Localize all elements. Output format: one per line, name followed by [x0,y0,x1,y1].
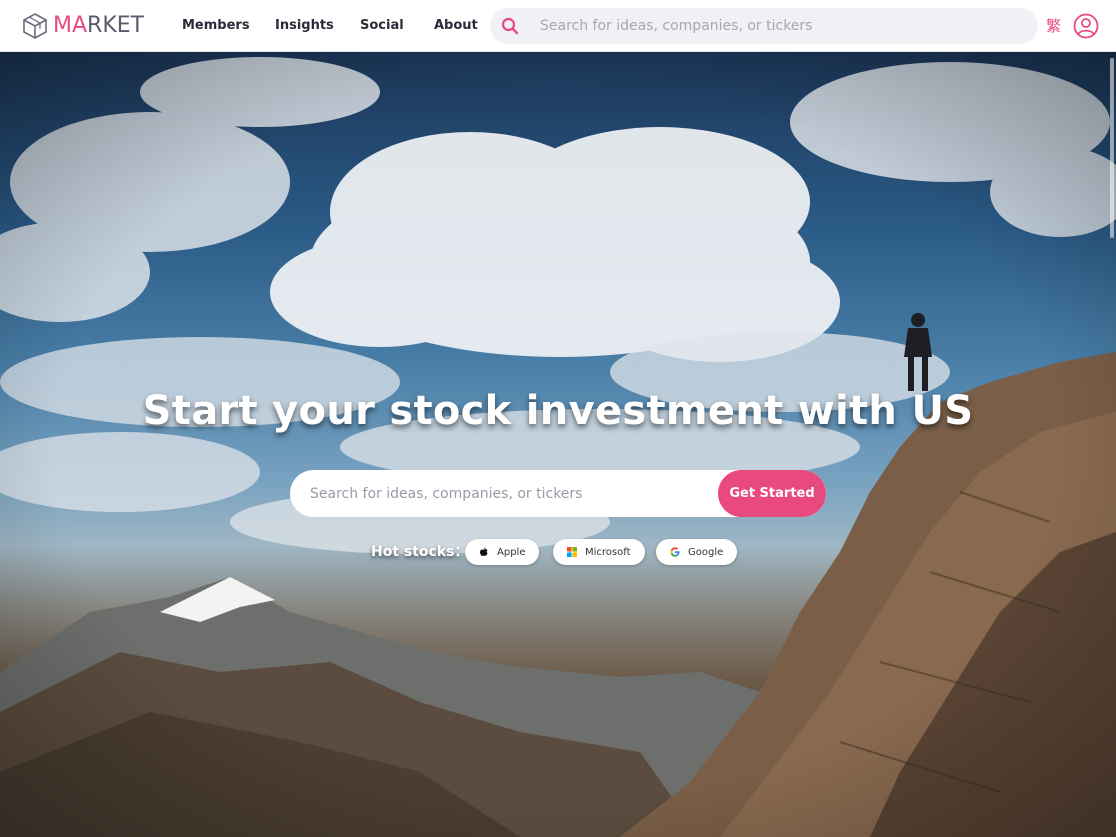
hero-headline: Start your stock investment with US [142,388,974,434]
hero-section [0,52,1116,837]
nav-link-about[interactable]: About [434,16,478,36]
hot-stock-name: Microsoft [585,546,631,558]
logo-cube-icon [23,13,47,39]
user-account-icon[interactable] [1073,13,1099,39]
nav-link-social[interactable]: Social [360,16,404,36]
top-navbar: MARKET Members Insights Social About 繁 [0,0,1116,52]
page-scrollbar[interactable] [1110,58,1114,238]
market-logo[interactable]: MARKET [22,12,144,40]
get-started-button[interactable]: Get Started [718,470,826,517]
hot-stock-chip-microsoft[interactable]: Microsoft [553,539,645,565]
logo-text: MARKET [53,13,145,38]
hot-stocks-label: Hot stocks： [371,544,469,560]
hot-stock-chip-google[interactable]: Google [656,539,738,565]
microsoft-icon [567,547,577,557]
search-icon[interactable] [500,16,520,36]
apple-icon [480,547,488,556]
top-search-input[interactable] [540,8,1020,44]
google-icon [670,547,680,557]
hero-search-input[interactable] [310,470,710,517]
hot-stock-chip-apple[interactable]: Apple [465,539,540,565]
hot-stock-name: Apple [497,546,526,558]
nav-link-insights[interactable]: Insights [275,16,334,36]
hero-background-image [0,52,1116,837]
nav-link-members[interactable]: Members [182,16,250,36]
language-toggle[interactable]: 繁 [1046,15,1061,37]
top-search-bar [490,8,1038,44]
hot-stock-name: Google [688,546,724,558]
hero-search-bar: Get Started [290,470,826,517]
